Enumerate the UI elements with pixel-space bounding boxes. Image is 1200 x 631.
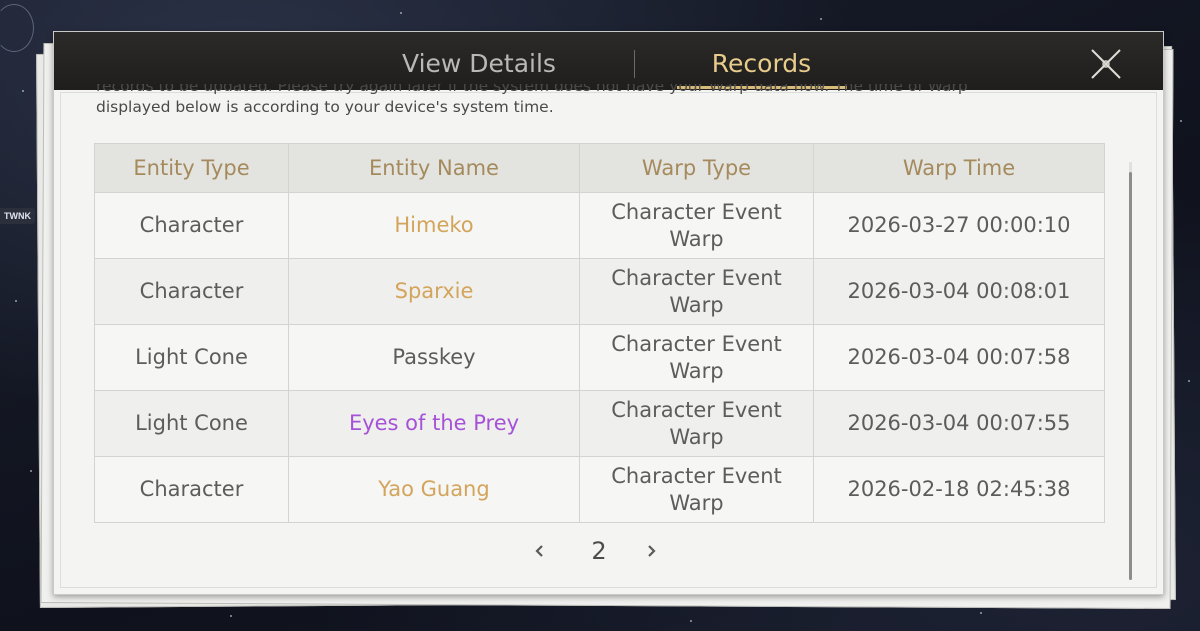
entity-name-cell: Passkey	[288, 324, 580, 391]
scrollbar-thumb[interactable]	[1129, 172, 1132, 580]
column-header-entity-name: Entity Name	[288, 143, 580, 193]
current-page-number: 2	[591, 537, 607, 565]
pagination: 2	[524, 536, 674, 566]
notice-line-1-clipped: records to be updated. Please try again …	[96, 84, 1106, 97]
close-button[interactable]	[1088, 46, 1124, 82]
tab-view-details[interactable]: View Details	[354, 32, 604, 90]
entity-type-cell: Light Cone	[94, 324, 289, 391]
column-header-warp-type: Warp Type	[579, 143, 814, 193]
star	[1180, 120, 1182, 122]
tab-divider	[634, 50, 635, 78]
entity-name-cell: Himeko	[288, 192, 580, 259]
entity-type-cell: Light Cone	[94, 390, 289, 457]
table-row: Light Cone Eyes of the Prey Character Even…	[94, 390, 1105, 457]
warp-records-table: Entity Type Entity Name Warp Type Warp T…	[94, 143, 1105, 523]
star	[230, 615, 232, 617]
star	[1188, 380, 1190, 382]
table-row: Character Himeko Character Event Warp 2026-…	[94, 192, 1105, 259]
warp-notice: records to be updated. Please try again …	[96, 84, 1106, 118]
table-header-row: Entity Type Entity Name Warp Type Warp T…	[94, 143, 1105, 193]
star	[820, 18, 822, 20]
table-row: Character Sparxie Character Event Warp 2026…	[94, 258, 1105, 325]
star	[980, 612, 982, 614]
warp-time-cell: 2026-02-18 02:45:38	[813, 456, 1105, 523]
warp-type-cell: Character Event Warp	[579, 390, 814, 457]
column-header-warp-time: Warp Time	[813, 143, 1105, 193]
warp-time-cell: 2026-03-04 00:07:58	[813, 324, 1105, 391]
entity-name-cell: Yao Guang	[288, 456, 580, 523]
entity-type-cell: Character	[94, 258, 289, 325]
entity-type-cell: Character	[94, 456, 289, 523]
table-row: Light Cone Passkey Character Event Warp 202…	[94, 324, 1105, 391]
star	[30, 470, 32, 472]
entity-type-cell: Character	[94, 192, 289, 259]
warp-time-cell: 2026-03-04 00:07:55	[813, 390, 1105, 457]
star	[690, 620, 692, 622]
chevron-right-icon	[648, 545, 656, 557]
records-dialog: View Details Records records to be updat…	[53, 31, 1164, 595]
previous-page-button[interactable]	[529, 539, 549, 563]
star	[22, 90, 24, 92]
warp-time-cell: 2026-03-04 00:08:01	[813, 258, 1105, 325]
swirl-decoration	[0, 4, 34, 52]
warp-time-cell: 2026-03-27 00:00:10	[813, 192, 1105, 259]
warp-type-cell: Character Event Warp	[579, 324, 814, 391]
entity-name-cell: Sparxie	[288, 258, 580, 325]
warp-type-cell: Character Event Warp	[579, 192, 814, 259]
side-badge: TWNK	[0, 208, 35, 224]
warp-type-cell: Character Event Warp	[579, 258, 814, 325]
star	[15, 300, 17, 302]
warp-type-cell: Character Event Warp	[579, 456, 814, 523]
dialog-header: View Details Records	[54, 32, 1163, 90]
next-page-button[interactable]	[642, 539, 662, 563]
chevron-left-icon	[535, 545, 543, 557]
star	[400, 12, 402, 14]
notice-line-1: records to be updated. Please try again …	[96, 84, 968, 95]
table-row: Character Yao Guang Character Event Warp 20…	[94, 456, 1105, 523]
close-icon	[1091, 49, 1121, 79]
column-header-entity-type: Entity Type	[94, 143, 289, 193]
entity-name-cell: Eyes of the Prey	[288, 390, 580, 457]
notice-line-2: displayed below is according to your dev…	[96, 98, 554, 116]
tab-records[interactable]: Records	[674, 32, 849, 90]
